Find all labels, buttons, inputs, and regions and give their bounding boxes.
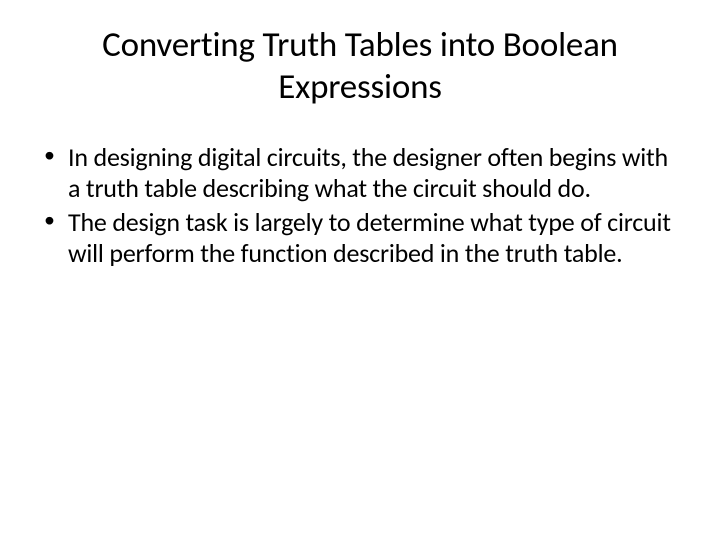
slide-title: Converting Truth Tables into Boolean Exp… (38, 24, 682, 108)
bullet-list: In designing digital circuits, the desig… (38, 142, 682, 269)
list-item: In designing digital circuits, the desig… (38, 142, 682, 203)
list-item: The design task is largely to determine … (38, 207, 682, 268)
